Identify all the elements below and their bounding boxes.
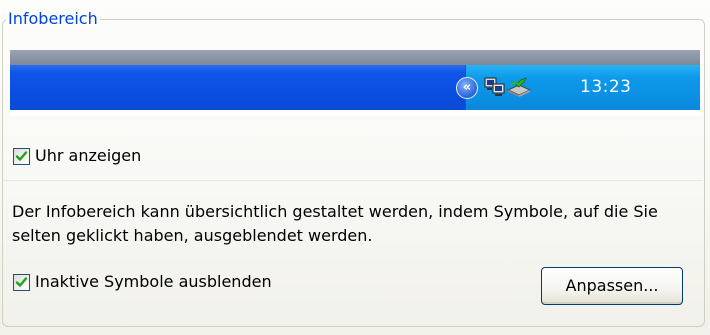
hide-inactive-icons-option[interactable]: Inaktive Symbole ausblenden — [13, 273, 272, 291]
hide-inactive-icons-label: Inaktive Symbole ausblenden — [35, 272, 272, 291]
checkmark-icon — [15, 150, 28, 161]
show-clock-checkbox[interactable] — [13, 147, 30, 165]
show-clock-option[interactable]: Uhr anzeigen — [13, 147, 141, 165]
hide-icons-description: Der Infobereich kann übersichtlich gesta… — [12, 202, 658, 245]
taskbar-top-strip — [10, 50, 700, 65]
safely-remove-hardware-icon — [506, 76, 532, 98]
customize-button[interactable]: Anpassen... — [541, 267, 683, 305]
group-title: Infobereich — [6, 9, 100, 28]
taskbar-preview: « 13:23 — [10, 50, 700, 116]
show-hidden-icons-button[interactable]: « — [456, 77, 478, 99]
section-divider — [3, 180, 703, 181]
tray-clock: 13:23 — [580, 77, 632, 97]
show-clock-label: Uhr anzeigen — [35, 146, 142, 165]
network-icon — [484, 76, 508, 98]
checkmark-icon — [15, 276, 28, 287]
hide-inactive-icons-checkbox[interactable] — [13, 273, 30, 291]
